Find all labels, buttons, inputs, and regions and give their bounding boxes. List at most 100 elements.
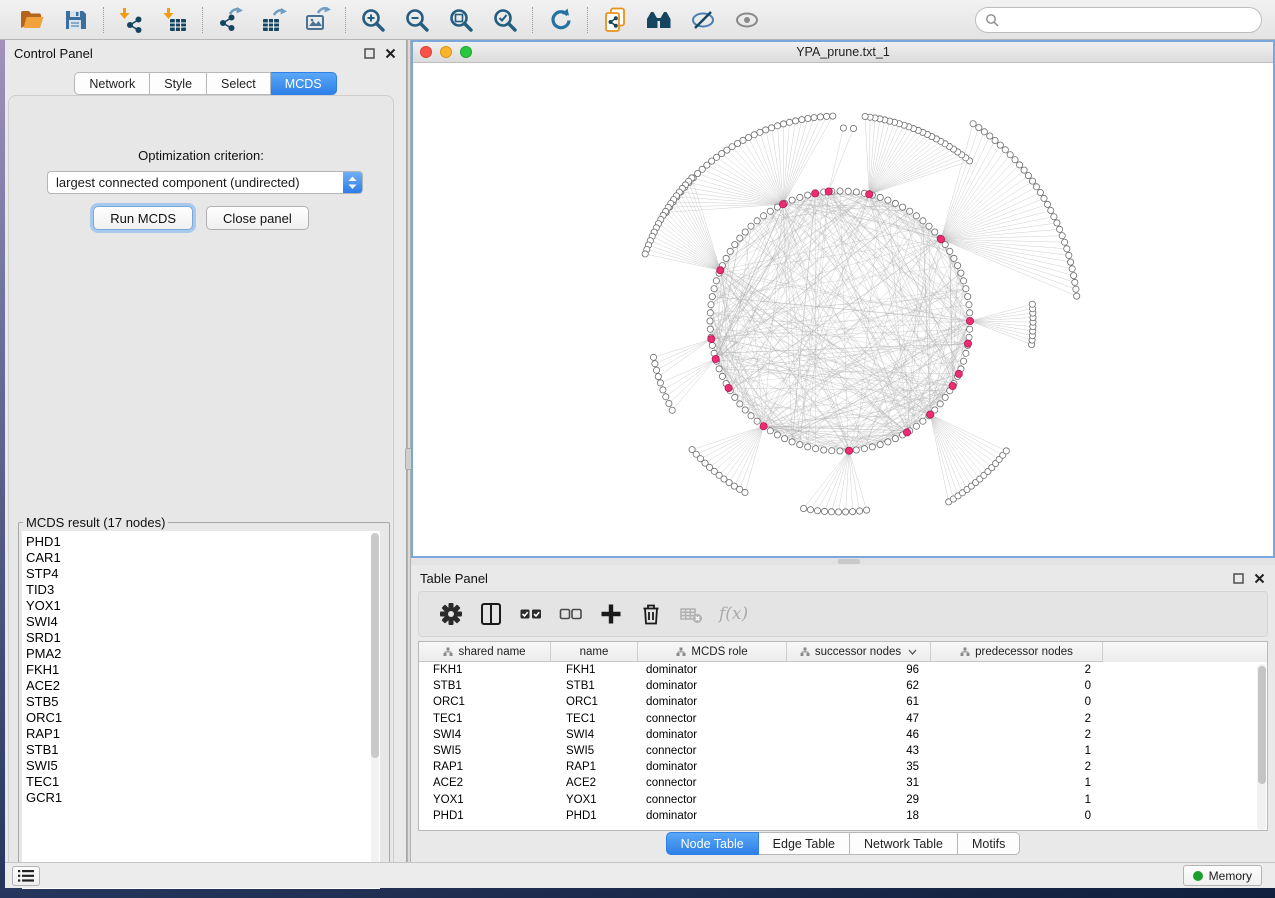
- mcds-node-item[interactable]: TEC1: [26, 774, 380, 790]
- column-header-successor-nodes[interactable]: successor nodes: [787, 642, 931, 662]
- zoom-fit-icon[interactable]: [448, 7, 474, 33]
- import-network-icon[interactable]: [118, 7, 144, 33]
- column-header-shared-name[interactable]: shared name: [419, 642, 551, 662]
- mcds-node-item[interactable]: STB5: [26, 694, 380, 710]
- criterion-dropdown[interactable]: largest connected component (undirected): [47, 171, 363, 194]
- criterion-value: largest connected component (undirected): [48, 175, 343, 190]
- mcds-result-group: MCDS result (17 nodes) PHD1CAR1STP4TID3Y…: [18, 515, 390, 887]
- mcds-list-scrollbar[interactable]: [371, 533, 379, 887]
- table-row[interactable]: PHD1PHD1dominator180: [419, 808, 1267, 824]
- mcds-node-item[interactable]: GCR1: [26, 790, 380, 806]
- mcds-node-item[interactable]: PHD1: [26, 534, 380, 550]
- toolbar-separator: [532, 7, 533, 33]
- import-table-icon[interactable]: [162, 7, 188, 33]
- table-row[interactable]: YOX1YOX1connector291: [419, 792, 1267, 808]
- share-document-icon[interactable]: [602, 7, 628, 33]
- export-network-icon[interactable]: [217, 7, 243, 33]
- tab-network-table[interactable]: Network Table: [850, 832, 958, 855]
- tab-node-table[interactable]: Node Table: [666, 832, 759, 855]
- export-table-icon[interactable]: [261, 7, 287, 33]
- mcds-result-list[interactable]: PHD1CAR1STP4TID3YOX1SWI4SRD1PMA2FKH1ACE2…: [22, 531, 380, 889]
- zoom-in-icon[interactable]: [360, 7, 386, 33]
- close-panel-button[interactable]: Close panel: [206, 206, 309, 230]
- select-all-icon[interactable]: [519, 602, 543, 626]
- mcds-node-item[interactable]: FKH1: [26, 662, 380, 678]
- close-panel-icon[interactable]: [1253, 572, 1266, 585]
- zoom-selected-icon[interactable]: [492, 7, 518, 33]
- delete-column-icon[interactable]: [639, 602, 663, 626]
- memory-label: Memory: [1209, 869, 1252, 883]
- application-window: Control Panel Network Style Select MCDS …: [0, 0, 1275, 898]
- table-row[interactable]: SWI5SWI5connector431: [419, 743, 1267, 759]
- mcds-node-item[interactable]: SWI5: [26, 758, 380, 774]
- table-row[interactable]: FKH1FKH1dominator962: [419, 662, 1267, 678]
- mcds-node-item[interactable]: ACE2: [26, 678, 380, 694]
- table-row[interactable]: ORC1ORC1dominator610: [419, 694, 1267, 710]
- column-header-name[interactable]: name: [551, 642, 638, 662]
- refresh-icon[interactable]: [547, 7, 573, 33]
- table-scrollbar[interactable]: [1257, 664, 1266, 830]
- horizontal-splitter-grip[interactable]: [838, 559, 860, 564]
- mcds-node-item[interactable]: STB1: [26, 742, 380, 758]
- delete-table-icon[interactable]: [679, 602, 703, 626]
- show-panels-icon[interactable]: [734, 7, 760, 33]
- search-field[interactable]: [975, 7, 1262, 33]
- mcds-node-item[interactable]: ORC1: [26, 710, 380, 726]
- zoom-out-icon[interactable]: [404, 7, 430, 33]
- mcds-node-item[interactable]: SRD1: [26, 630, 380, 646]
- table-header: shared name name MCDS role successor nod…: [419, 642, 1267, 662]
- deselect-all-icon[interactable]: [559, 602, 583, 626]
- show-columns-icon[interactable]: [479, 602, 503, 626]
- export-image-icon[interactable]: [305, 7, 331, 33]
- mcds-node-item[interactable]: YOX1: [26, 598, 380, 614]
- hide-panels-icon[interactable]: [690, 7, 716, 33]
- mcds-result-title: MCDS result (17 nodes): [23, 515, 168, 530]
- tab-mcds[interactable]: MCDS: [271, 72, 337, 95]
- open-folder-icon[interactable]: [19, 7, 45, 33]
- run-mcds-button[interactable]: Run MCDS: [93, 206, 193, 230]
- shared-column-icon: [676, 647, 686, 657]
- main-toolbar: [0, 0, 1275, 40]
- toolbar-separator: [587, 7, 588, 33]
- add-column-icon[interactable]: [599, 602, 623, 626]
- horizontal-splitter[interactable]: [411, 558, 1275, 565]
- gear-icon[interactable]: [439, 602, 463, 626]
- mcds-node-item[interactable]: STP4: [26, 566, 380, 582]
- mcds-node-item[interactable]: RAP1: [26, 726, 380, 742]
- float-panel-icon[interactable]: [363, 47, 376, 60]
- mcds-node-item[interactable]: TID3: [26, 582, 380, 598]
- close-panel-icon[interactable]: [384, 47, 397, 60]
- sort-descending-icon: [908, 649, 917, 655]
- column-header-predecessor-nodes[interactable]: predecessor nodes: [931, 642, 1103, 662]
- float-panel-icon[interactable]: [1232, 572, 1245, 585]
- table-row[interactable]: ACE2ACE2connector311: [419, 775, 1267, 791]
- table-row[interactable]: TEC1TEC1connector472: [419, 711, 1267, 727]
- table-panel: Table Panel: [411, 565, 1275, 862]
- mcds-node-item[interactable]: CAR1: [26, 550, 380, 566]
- tab-motifs[interactable]: Motifs: [958, 832, 1020, 855]
- table-row[interactable]: RAP1RAP1dominator352: [419, 759, 1267, 775]
- mcds-tab-content: Optimization criterion: largest connecte…: [8, 95, 394, 885]
- search-input[interactable]: [999, 12, 1252, 28]
- function-builder-icon[interactable]: f(x): [719, 602, 748, 626]
- table-panel-title: Table Panel: [420, 571, 488, 586]
- table-row[interactable]: SWI4SWI4dominator462: [419, 727, 1267, 743]
- tab-select[interactable]: Select: [207, 72, 271, 95]
- network-canvas[interactable]: [413, 63, 1273, 556]
- column-header-mcds-role[interactable]: MCDS role: [638, 642, 787, 662]
- save-icon[interactable]: [63, 7, 89, 33]
- table-tabs: Node Table Edge Table Network Table Moti…: [411, 832, 1275, 855]
- mcds-node-item[interactable]: PMA2: [26, 646, 380, 662]
- memory-button[interactable]: Memory: [1183, 865, 1262, 886]
- shared-column-icon: [443, 647, 453, 657]
- table-toolbar: f(x): [418, 591, 1268, 637]
- control-panel-title: Control Panel: [14, 46, 93, 61]
- tab-network[interactable]: Network: [74, 72, 150, 95]
- mcds-node-item[interactable]: SWI4: [26, 614, 380, 630]
- table-body: FKH1FKH1dominator962STB1STB1dominator620…: [419, 662, 1267, 824]
- tab-style[interactable]: Style: [150, 72, 207, 95]
- tab-edge-table[interactable]: Edge Table: [759, 832, 850, 855]
- search-network-icon[interactable]: [646, 7, 672, 33]
- task-history-button[interactable]: [12, 866, 40, 886]
- table-row[interactable]: STB1STB1dominator620: [419, 678, 1267, 694]
